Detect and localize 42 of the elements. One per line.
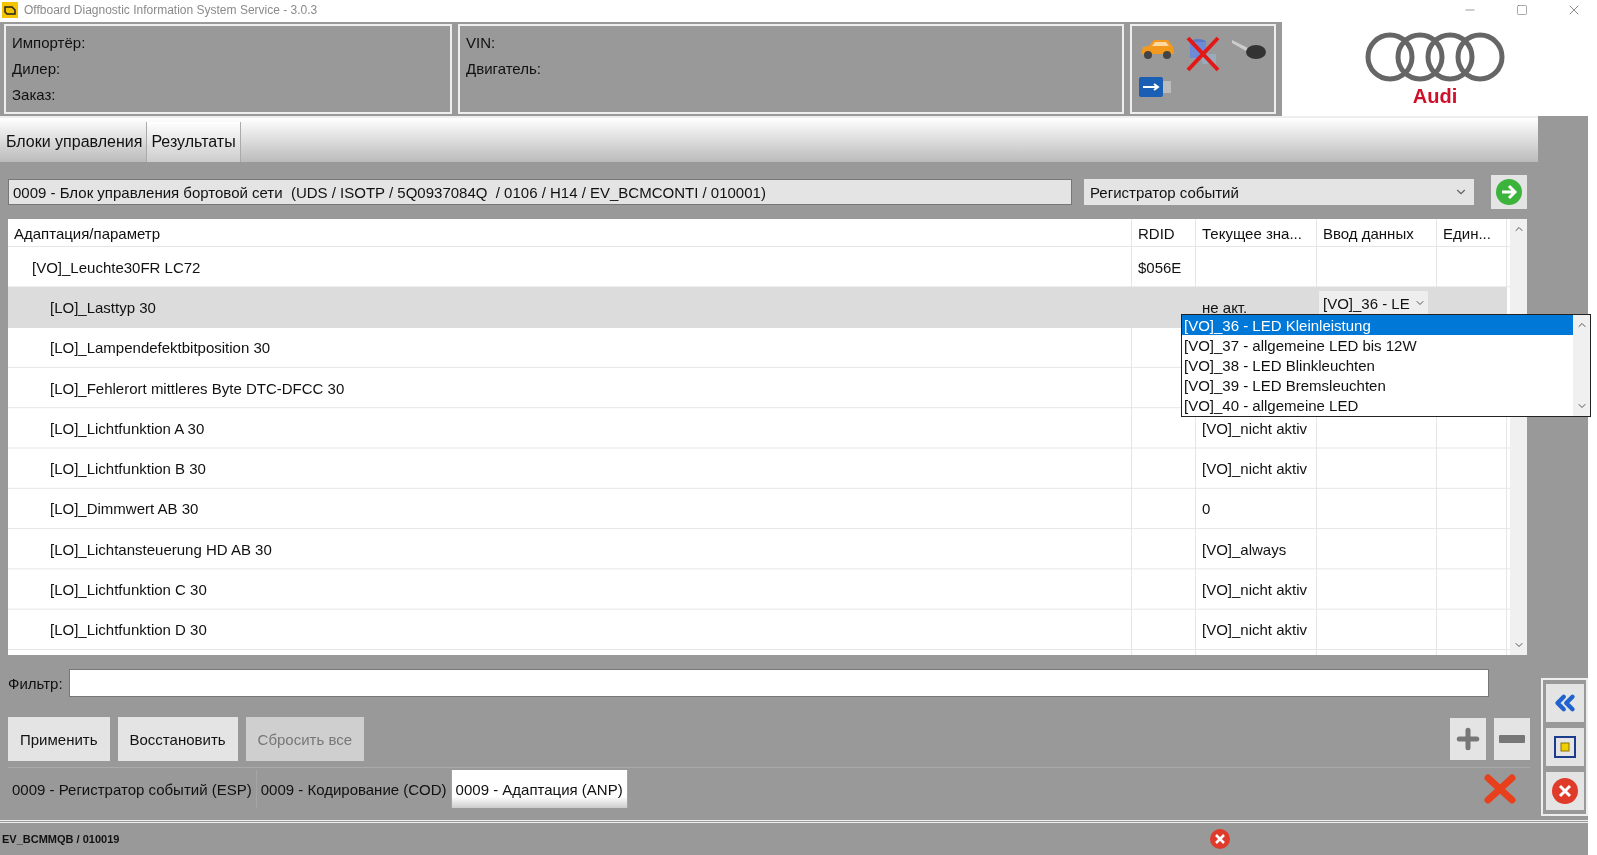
dropdown-option[interactable]: [VO]_36 - LED Kleinleistung xyxy=(1182,315,1573,336)
brand-name: Audi xyxy=(1412,84,1458,108)
info-label: Импортёр: xyxy=(12,34,87,51)
table-cell-text: [LO]_Lichtfunktion D 30 xyxy=(49,620,208,641)
action-button[interactable]: Восстановить xyxy=(117,717,238,761)
table-cell-text: [LO]_Fehlerort mittleres Byte DTC-DFCC 30 xyxy=(49,378,346,399)
result-tab[interactable]: 0009 - Кодирование (COD) xyxy=(256,770,452,808)
info-label: Дилер: xyxy=(12,60,62,77)
result-tab[interactable]: 0009 - Адаптация (ANP) xyxy=(451,770,628,808)
window-title: Offboard Diagnostic Information System Service - 3.0.3 xyxy=(24,3,319,17)
info-label: Заказ: xyxy=(12,86,57,103)
table-cell-text: [VO]_always xyxy=(1201,539,1288,560)
table-cell-text: $056E xyxy=(1137,257,1183,278)
tab[interactable]: Блоки управления xyxy=(2,122,147,162)
module-field[interactable]: 0009 - Блок управления бортовой сети (UDS / ISOTP / 5Q0937084Q / 0106 / H14 / EV_BCMCONTI / 010001) xyxy=(8,179,1072,205)
table-cell-text: [VO]_nicht aktiv xyxy=(1201,418,1309,439)
column-header[interactable]: Един... xyxy=(1437,219,1507,247)
table-cell-text: [LO]_Dimmwert AB 30 xyxy=(49,499,200,520)
info-label: Двигатель: xyxy=(466,60,542,77)
column-header[interactable]: Текущее зна... xyxy=(1196,219,1317,247)
table-cell-text: [VO]_nicht aktiv xyxy=(1201,580,1309,600)
result-tab[interactable]: 0009 - Регистратор событий (ESP) xyxy=(8,770,257,808)
table-cell: [LO]_Lasttyp 30 xyxy=(8,287,1132,328)
column-header[interactable]: Ввод данных xyxy=(1317,219,1437,247)
status-text: EV_BCMMQB / 010019 xyxy=(2,833,120,845)
filter-label: Фильтр: xyxy=(8,674,63,692)
table-cell-text: 0 xyxy=(1201,499,1212,520)
action-button[interactable]: Применить xyxy=(8,717,110,761)
info-label: VIN: xyxy=(466,34,497,51)
table-cell-text: [LO]_Lichtfunktion B 30 xyxy=(49,459,207,480)
column-header[interactable]: Адаптация/параметр xyxy=(8,219,1132,247)
table-cell-text: [LO]_Lichtfunktion A 30 xyxy=(49,418,206,439)
table-cell-text: [LO]_Lampendefektbitposition 30 xyxy=(49,338,272,359)
tab[interactable]: Результаты xyxy=(146,122,241,162)
table-cell-text: [VO]_Leuchte30FR LC72 xyxy=(31,257,202,278)
table-cell-text: [LO]_Lichtfunktion C 30 xyxy=(49,580,208,600)
table-cell-text: [VO]_nicht aktiv xyxy=(1201,620,1309,641)
column-header[interactable]: RDID xyxy=(1132,219,1196,247)
input-combo[interactable]: [VO]_36 - LE xyxy=(1319,291,1428,316)
table-cell-text: [VO]_nicht aktiv xyxy=(1201,459,1309,480)
table-cell-text: [LO]_Lichtansteuerung HD AB 30 xyxy=(49,539,273,560)
function-select[interactable]: Регистратор событий xyxy=(1084,179,1474,205)
